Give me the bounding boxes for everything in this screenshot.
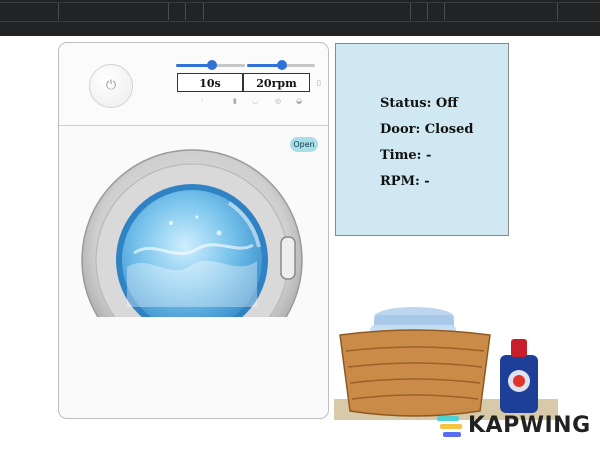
toolbar-separator: [410, 3, 411, 20]
toolbar-separator: [58, 3, 59, 20]
bubble: [195, 215, 199, 219]
detergent-label-logo: [513, 375, 525, 387]
drop-icon: ◒: [296, 97, 303, 105]
door-handle[interactable]: [280, 236, 296, 280]
slider-thumb[interactable]: [206, 60, 217, 70]
control-panel: ⏻ 10s 20rpm ▯ ◦ ▮ ◡ ◎ ◒: [59, 43, 328, 126]
time-status-text: Time: -: [380, 148, 432, 163]
rpm-status-text: RPM: -: [380, 174, 430, 189]
thermometer-icon: ▮: [233, 97, 237, 105]
washing-machine: ⏻ 10s 20rpm ▯ ◦ ▮ ◡ ◎ ◒ Open: [58, 42, 329, 419]
laundry-scene: [334, 307, 558, 420]
status-panel: Status: Off Door: Closed Time: - RPM: -: [335, 43, 509, 236]
laundry-basket: [339, 329, 491, 417]
power-button[interactable]: ⏻: [89, 64, 133, 108]
basket-icon: ◡: [252, 97, 259, 105]
toolbar-separator: [444, 3, 445, 20]
toolbar-separator: [185, 3, 186, 20]
bubble: [216, 230, 222, 236]
toolbar-separator: [168, 3, 169, 20]
power-icon: ⏻: [105, 78, 117, 93]
toolbar-separator: [427, 3, 428, 20]
kapwing-logo-icon: [437, 416, 462, 437]
detergent-cap: [511, 339, 527, 357]
status-text: Status: Off: [380, 96, 458, 111]
drum-door[interactable]: [79, 137, 309, 317]
spin-icon: ◎: [275, 97, 282, 105]
kapwing-wordmark: KAPWING: [468, 413, 591, 438]
clock-icon: ◦: [200, 97, 205, 105]
water-wave: [127, 260, 257, 307]
toolbar-separator: [557, 3, 558, 20]
slider-thumb[interactable]: [277, 60, 288, 70]
time-readout: 10s: [177, 73, 243, 92]
time-slider[interactable]: [176, 60, 245, 70]
toolbar-strip: [0, 2, 600, 22]
door-status-text: Door: Closed: [380, 122, 474, 137]
speed-readout: 20rpm: [243, 73, 310, 92]
speed-slider[interactable]: [247, 60, 315, 70]
toolbar-separator: [203, 3, 204, 20]
browser-toolbar: [0, 0, 600, 36]
bin-icon: ▯: [317, 79, 321, 87]
bubble: [169, 221, 173, 225]
